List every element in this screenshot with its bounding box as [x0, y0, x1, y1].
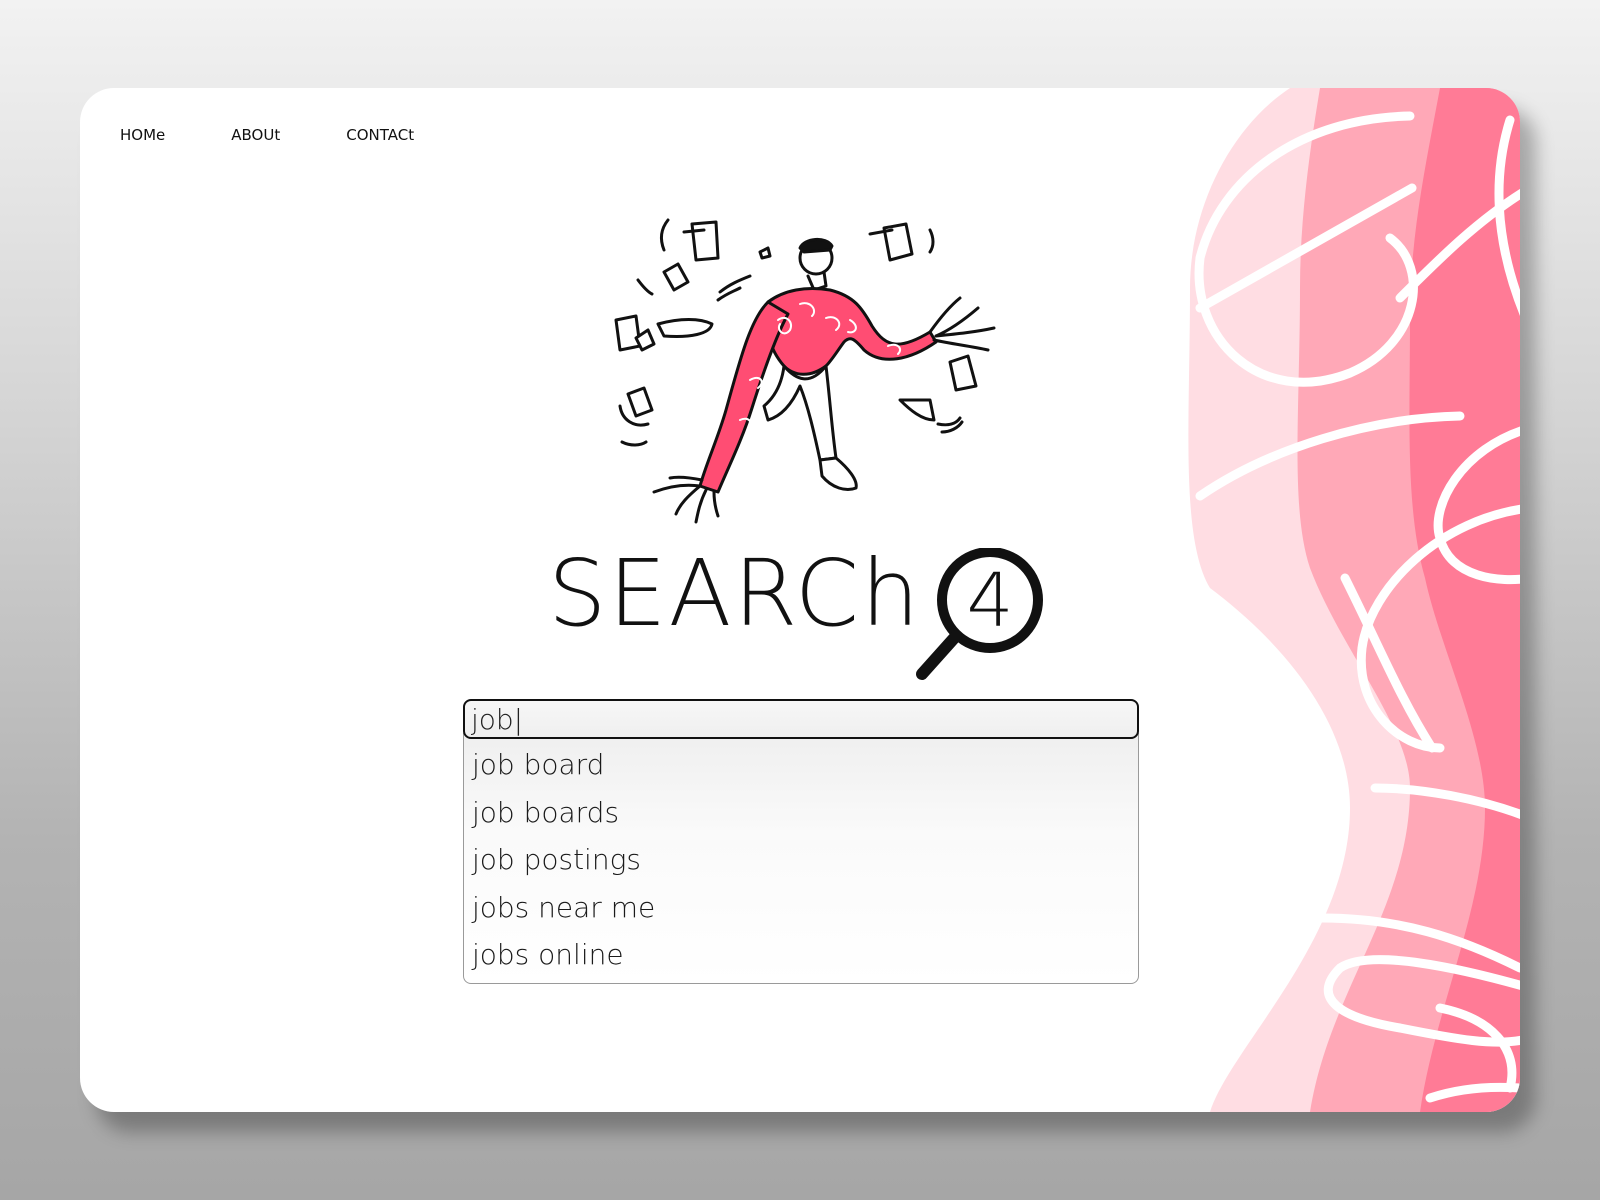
suggestion-item[interactable]: job board [464, 741, 1138, 789]
nav-contact[interactable]: CONTACt [346, 126, 414, 144]
top-nav: HOMe ABOUt CONTACt [120, 126, 480, 144]
suggestion-item[interactable]: jobs online [464, 931, 1138, 979]
decorative-pink-waves [1188, 88, 1520, 1112]
page-card: HOMe ABOUt CONTACt SEARCh 4 job| job boa… [80, 88, 1520, 1112]
suggestion-item[interactable]: jobs near me [464, 884, 1138, 932]
suggestion-list: job board job boards job postings jobs n… [463, 733, 1139, 984]
search-autocomplete: job board job boards job postings jobs n… [463, 699, 1139, 984]
brand-wordmark: SEARCh [548, 540, 922, 647]
nav-home[interactable]: HOMe [120, 126, 165, 144]
suggestion-item[interactable]: job postings [464, 836, 1138, 884]
suggestion-item[interactable]: job boards [464, 789, 1138, 837]
magnifier-icon: 4 [916, 548, 1043, 680]
hero-illustration [614, 218, 996, 524]
logo-digit: 4 [966, 558, 1013, 644]
search-input[interactable] [463, 699, 1139, 739]
nav-about[interactable]: ABOUt [231, 126, 280, 144]
